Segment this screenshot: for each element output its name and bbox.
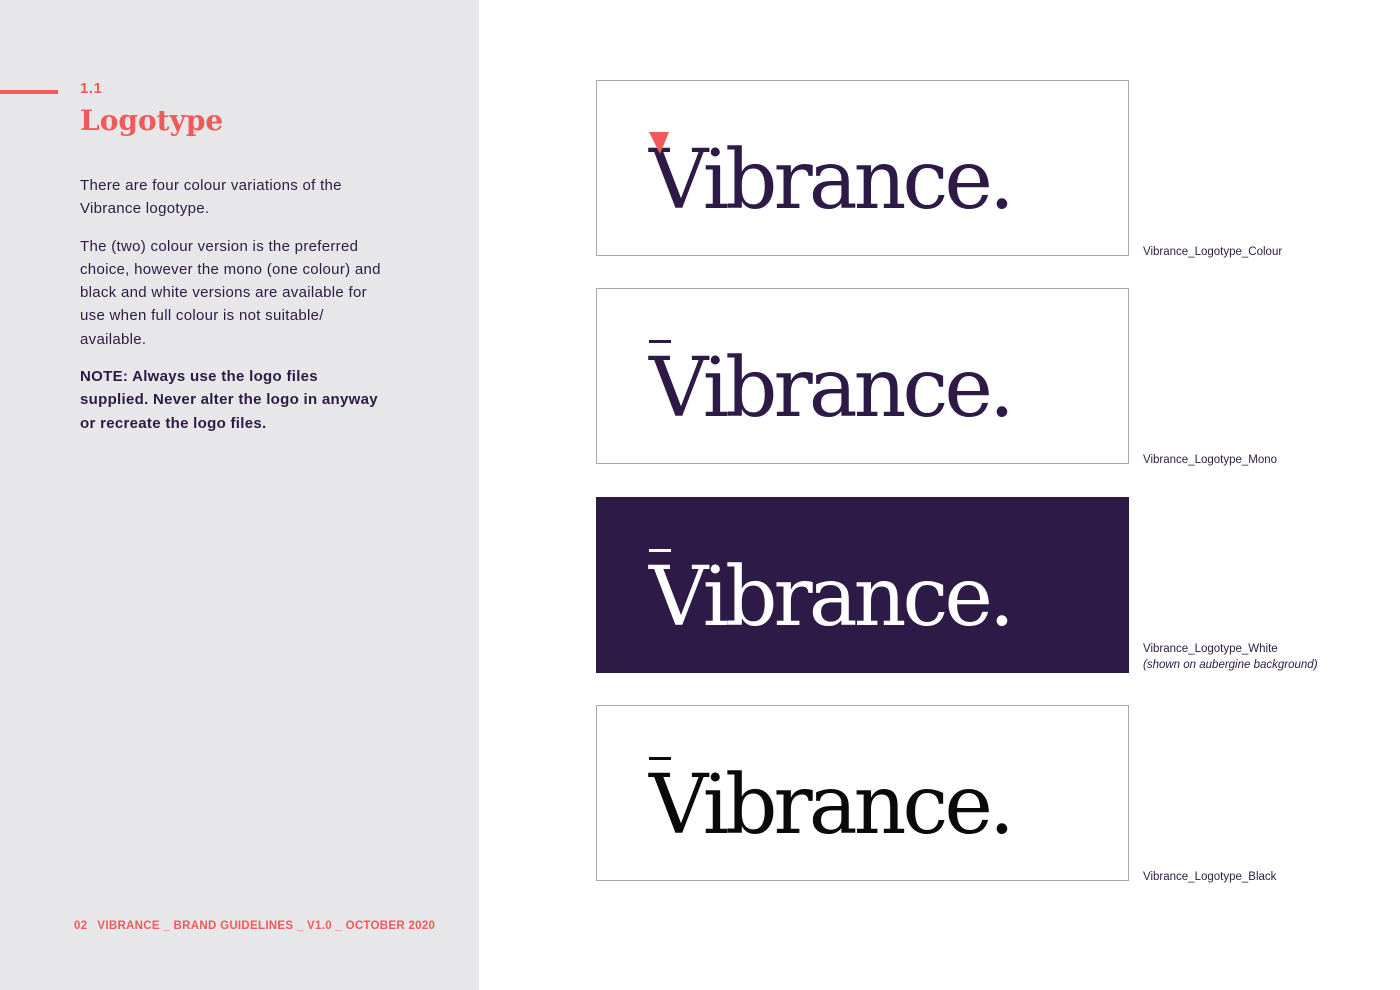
- body-paragraph: The (two) colour version is the preferre…: [80, 237, 381, 348]
- logotype-wordmark: Vibrance.: [648, 133, 1011, 228]
- logotype-wordmark: Vibrance.: [648, 550, 1011, 645]
- body-copy: There are four colour variations of the …: [80, 174, 385, 449]
- caption-text: Vibrance_Logotype_Colour: [1143, 246, 1283, 258]
- section-number: 1.1: [80, 80, 103, 97]
- footer: 02 VIBRANCE _ BRAND GUIDELINES _ V1.0 _ O…: [74, 920, 435, 932]
- caption-white: Vibrance_Logotype_White (shown on auberg…: [1143, 643, 1318, 671]
- logo-panel-black: Vibrance.: [596, 705, 1129, 881]
- body-paragraph: There are four colour variations of the …: [80, 177, 342, 218]
- footer-text: VIBRANCE _ BRAND GUIDELINES _ V1.0 _ OCT…: [97, 920, 436, 932]
- page-number: 02: [74, 920, 88, 932]
- logo-panel-white: Vibrance.: [596, 497, 1129, 673]
- caption-text: Vibrance_Logotype_Black: [1143, 871, 1277, 883]
- logo-usage-note: NOTE: Always use the logo files supplied…: [80, 368, 378, 432]
- logotype-mono: Vibrance.: [648, 340, 1015, 436]
- caption-colour: Vibrance_Logotype_Colour: [1143, 246, 1282, 258]
- logotype-wordmark: Vibrance.: [648, 758, 1011, 853]
- accent-line: [0, 90, 58, 94]
- caption-text: Vibrance_Logotype_Mono: [1143, 454, 1278, 466]
- caption-black: Vibrance_Logotype_Black: [1143, 871, 1276, 883]
- logotype-white: Vibrance.: [648, 549, 1015, 645]
- caption-text: Vibrance_Logotype_White: [1143, 643, 1278, 655]
- logo-panel-mono: Vibrance.: [596, 288, 1129, 464]
- logo-panel-colour: Vibrance.: [596, 80, 1129, 256]
- section-title: Logotype: [80, 104, 224, 137]
- logotype-wordmark: Vibrance.: [648, 341, 1011, 436]
- logotype-black: Vibrance.: [648, 757, 1015, 853]
- logotype-colour: Vibrance.: [648, 132, 1015, 228]
- sidebar: 1.1 Logotype There are four colour varia…: [0, 0, 479, 990]
- caption-mono: Vibrance_Logotype_Mono: [1143, 454, 1277, 466]
- caption-note: (shown on aubergine background): [1143, 659, 1318, 671]
